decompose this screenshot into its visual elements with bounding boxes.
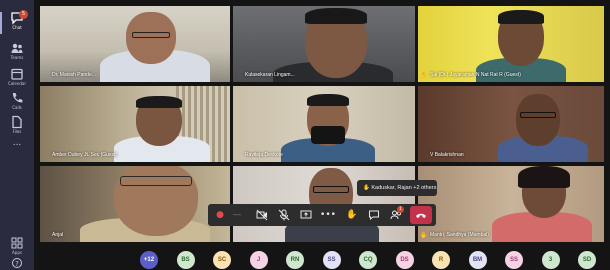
- help-icon: ?: [12, 258, 22, 268]
- video-tile[interactable]: Anjal: [40, 166, 230, 242]
- video-tile[interactable]: ✋ Mantri, Sandhya (Mumbai): [418, 166, 604, 242]
- calendar-icon: [11, 68, 23, 80]
- participant-avatar[interactable]: BM: [468, 251, 487, 269]
- participant-avatar[interactable]: BS: [176, 251, 195, 269]
- participant-avatar[interactable]: SC: [213, 251, 231, 269]
- raised-hands-tooltip: ✋ Kaduskar, Rajan +2 others: [357, 180, 437, 196]
- sidebar-more[interactable]: ...: [0, 138, 34, 152]
- app-sidebar: 5 Chat Teams Calendar Calls Files ... Ap…: [0, 0, 34, 270]
- video-tile[interactable]: Amber Dubey Jt. Sec (Guest): [40, 86, 230, 162]
- participant-name: Anjal: [52, 232, 64, 238]
- show-participants-button[interactable]: 1: [388, 206, 404, 223]
- share-screen-button[interactable]: [298, 207, 314, 223]
- participant-avatar[interactable]: SS: [322, 251, 341, 269]
- video-tile[interactable]: Dr. Manish Pande...: [40, 6, 230, 82]
- more-icon: •••: [320, 210, 336, 220]
- sidebar-item-label: Teams: [10, 55, 24, 60]
- tooltip-text: Kaduskar, Rajan +2 others: [371, 185, 437, 191]
- phone-hangup-icon: [416, 213, 426, 218]
- mic-off-button[interactable]: [276, 207, 292, 223]
- raise-hand-icon: ✋: [346, 210, 358, 220]
- participant-avatar[interactable]: 3: [541, 251, 560, 269]
- sidebar-item-label: Apps: [12, 250, 22, 255]
- sidebar-help[interactable]: ?: [0, 258, 34, 270]
- participant-avatar[interactable]: DS: [395, 251, 414, 269]
- hang-up-button[interactable]: [410, 206, 432, 224]
- recording-icon: ●: [216, 210, 224, 220]
- participant-avatar[interactable]: R: [432, 251, 450, 269]
- phone-icon: [12, 93, 23, 103]
- more-icon: ...: [12, 138, 22, 148]
- participant-name: Mantri, Sandhya (Mumbai): [430, 232, 489, 238]
- show-conversation-button[interactable]: [366, 207, 382, 223]
- more-actions-button[interactable]: •••: [320, 207, 336, 223]
- participants-badge: 1: [397, 206, 404, 213]
- participant-avatar[interactable]: CQ: [359, 251, 377, 269]
- sidebar-item-label: Calls: [12, 105, 22, 110]
- raised-hand-icon: ✋: [420, 72, 428, 79]
- timer-placeholder: —: [232, 210, 242, 220]
- participant-name: Sai (Dr.) Jayaraman N Nat Rat R (Guest): [430, 72, 521, 78]
- sidebar-item-label: Chat: [12, 25, 22, 30]
- video-tile[interactable]: Raviteja Devkote: [233, 86, 415, 162]
- sidebar-item-label: Calendar: [8, 81, 26, 86]
- participant-name: Kulasekaran Lingam...: [245, 72, 295, 78]
- participant-name: V Balakrishnan: [430, 152, 464, 158]
- participant-name: Raviteja Devkote: [245, 152, 283, 158]
- share-screen-icon: [300, 210, 312, 219]
- participant-name: Dr. Manish Pande...: [52, 72, 96, 78]
- video-tile[interactable]: ✋ Sai (Dr.) Jayaraman N Nat Rat R (Guest…: [418, 6, 604, 82]
- sidebar-item-label: Files: [12, 129, 22, 134]
- participant-avatar[interactable]: SD: [578, 251, 596, 269]
- participant-roster: +12 BS SC J RN SS CQ DS R BM SS 3 SD: [34, 248, 610, 270]
- chat-icon: [369, 210, 379, 221]
- camera-off-button[interactable]: [254, 207, 270, 223]
- participant-avatar[interactable]: RN: [286, 251, 304, 269]
- sidebar-item-chat[interactable]: 5 Chat: [0, 8, 34, 38]
- participant-avatar[interactable]: +12: [140, 251, 158, 269]
- raise-hand-button[interactable]: ✋: [344, 207, 360, 223]
- files-icon: [12, 115, 22, 129]
- teams-meeting-window: 5 Chat Teams Calendar Calls Files ... Ap…: [0, 0, 610, 270]
- chat-badge: 5: [19, 10, 28, 19]
- video-tile[interactable]: Kulasekaran Lingam...: [233, 6, 415, 82]
- raised-hand-icon: ✋: [420, 232, 428, 239]
- video-tile[interactable]: V Balakrishnan: [418, 86, 604, 162]
- meeting-controls: ● — ••• ✋ 1: [208, 204, 436, 226]
- participant-avatar[interactable]: J: [249, 251, 268, 269]
- apps-icon: [11, 237, 23, 249]
- mic-off-icon: [278, 209, 290, 221]
- camera-off-icon: [256, 209, 268, 221]
- teams-icon: [11, 43, 23, 53]
- participant-name: Amber Dubey Jt. Sec (Guest): [52, 152, 118, 158]
- participant-avatar[interactable]: SS: [505, 251, 523, 269]
